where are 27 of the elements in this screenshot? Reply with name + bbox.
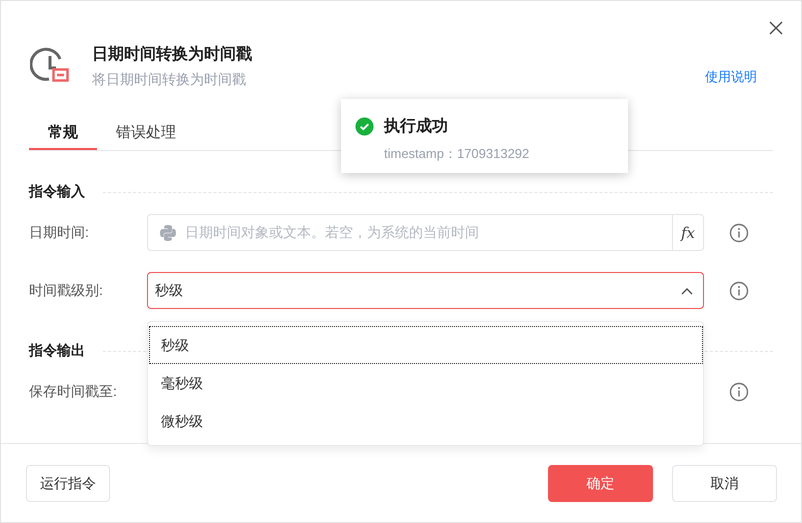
info-icon[interactable]	[729, 280, 749, 300]
field-label: 保存时间戳至:	[29, 382, 118, 400]
info-icon[interactable]	[729, 382, 749, 402]
dialog-title: 日期时间转换为时间戳	[92, 44, 252, 65]
python-icon	[159, 224, 177, 242]
field-label: 时间戳级别:	[29, 282, 104, 300]
toast-title: 执行成功	[384, 116, 448, 136]
tab[interactable]: 错误处理	[97, 118, 195, 150]
dialog-subtitle: 将日期时间转换为时间戳	[92, 70, 246, 89]
tab[interactable]: 常规	[29, 118, 97, 150]
info-icon[interactable]	[729, 222, 749, 242]
input-field[interactable]: 日期时间对象或文本。若空，为系统的当前时间 fx	[147, 214, 704, 251]
section-title: 指令输入	[29, 183, 85, 201]
dropdown-option[interactable]: 毫秒级	[149, 364, 703, 402]
dialog-button[interactable]: 取消	[672, 465, 777, 502]
help-link[interactable]: 使用说明	[705, 68, 757, 86]
field-label: 日期时间:	[29, 224, 90, 242]
formula-button[interactable]: fx	[672, 215, 703, 250]
toast-message: timestamp：1709313292	[384, 145, 530, 163]
dialog-button[interactable]: 运行指令	[26, 465, 110, 502]
close-icon[interactable]	[768, 20, 784, 36]
dropdown-option[interactable]: 秒级	[149, 326, 703, 364]
clock-icon	[30, 45, 70, 85]
dropdown-option[interactable]: 微秒级	[149, 402, 703, 440]
select-field[interactable]: 秒级	[147, 272, 704, 309]
success-icon	[355, 116, 374, 136]
section-title: 指令输出	[29, 342, 85, 360]
